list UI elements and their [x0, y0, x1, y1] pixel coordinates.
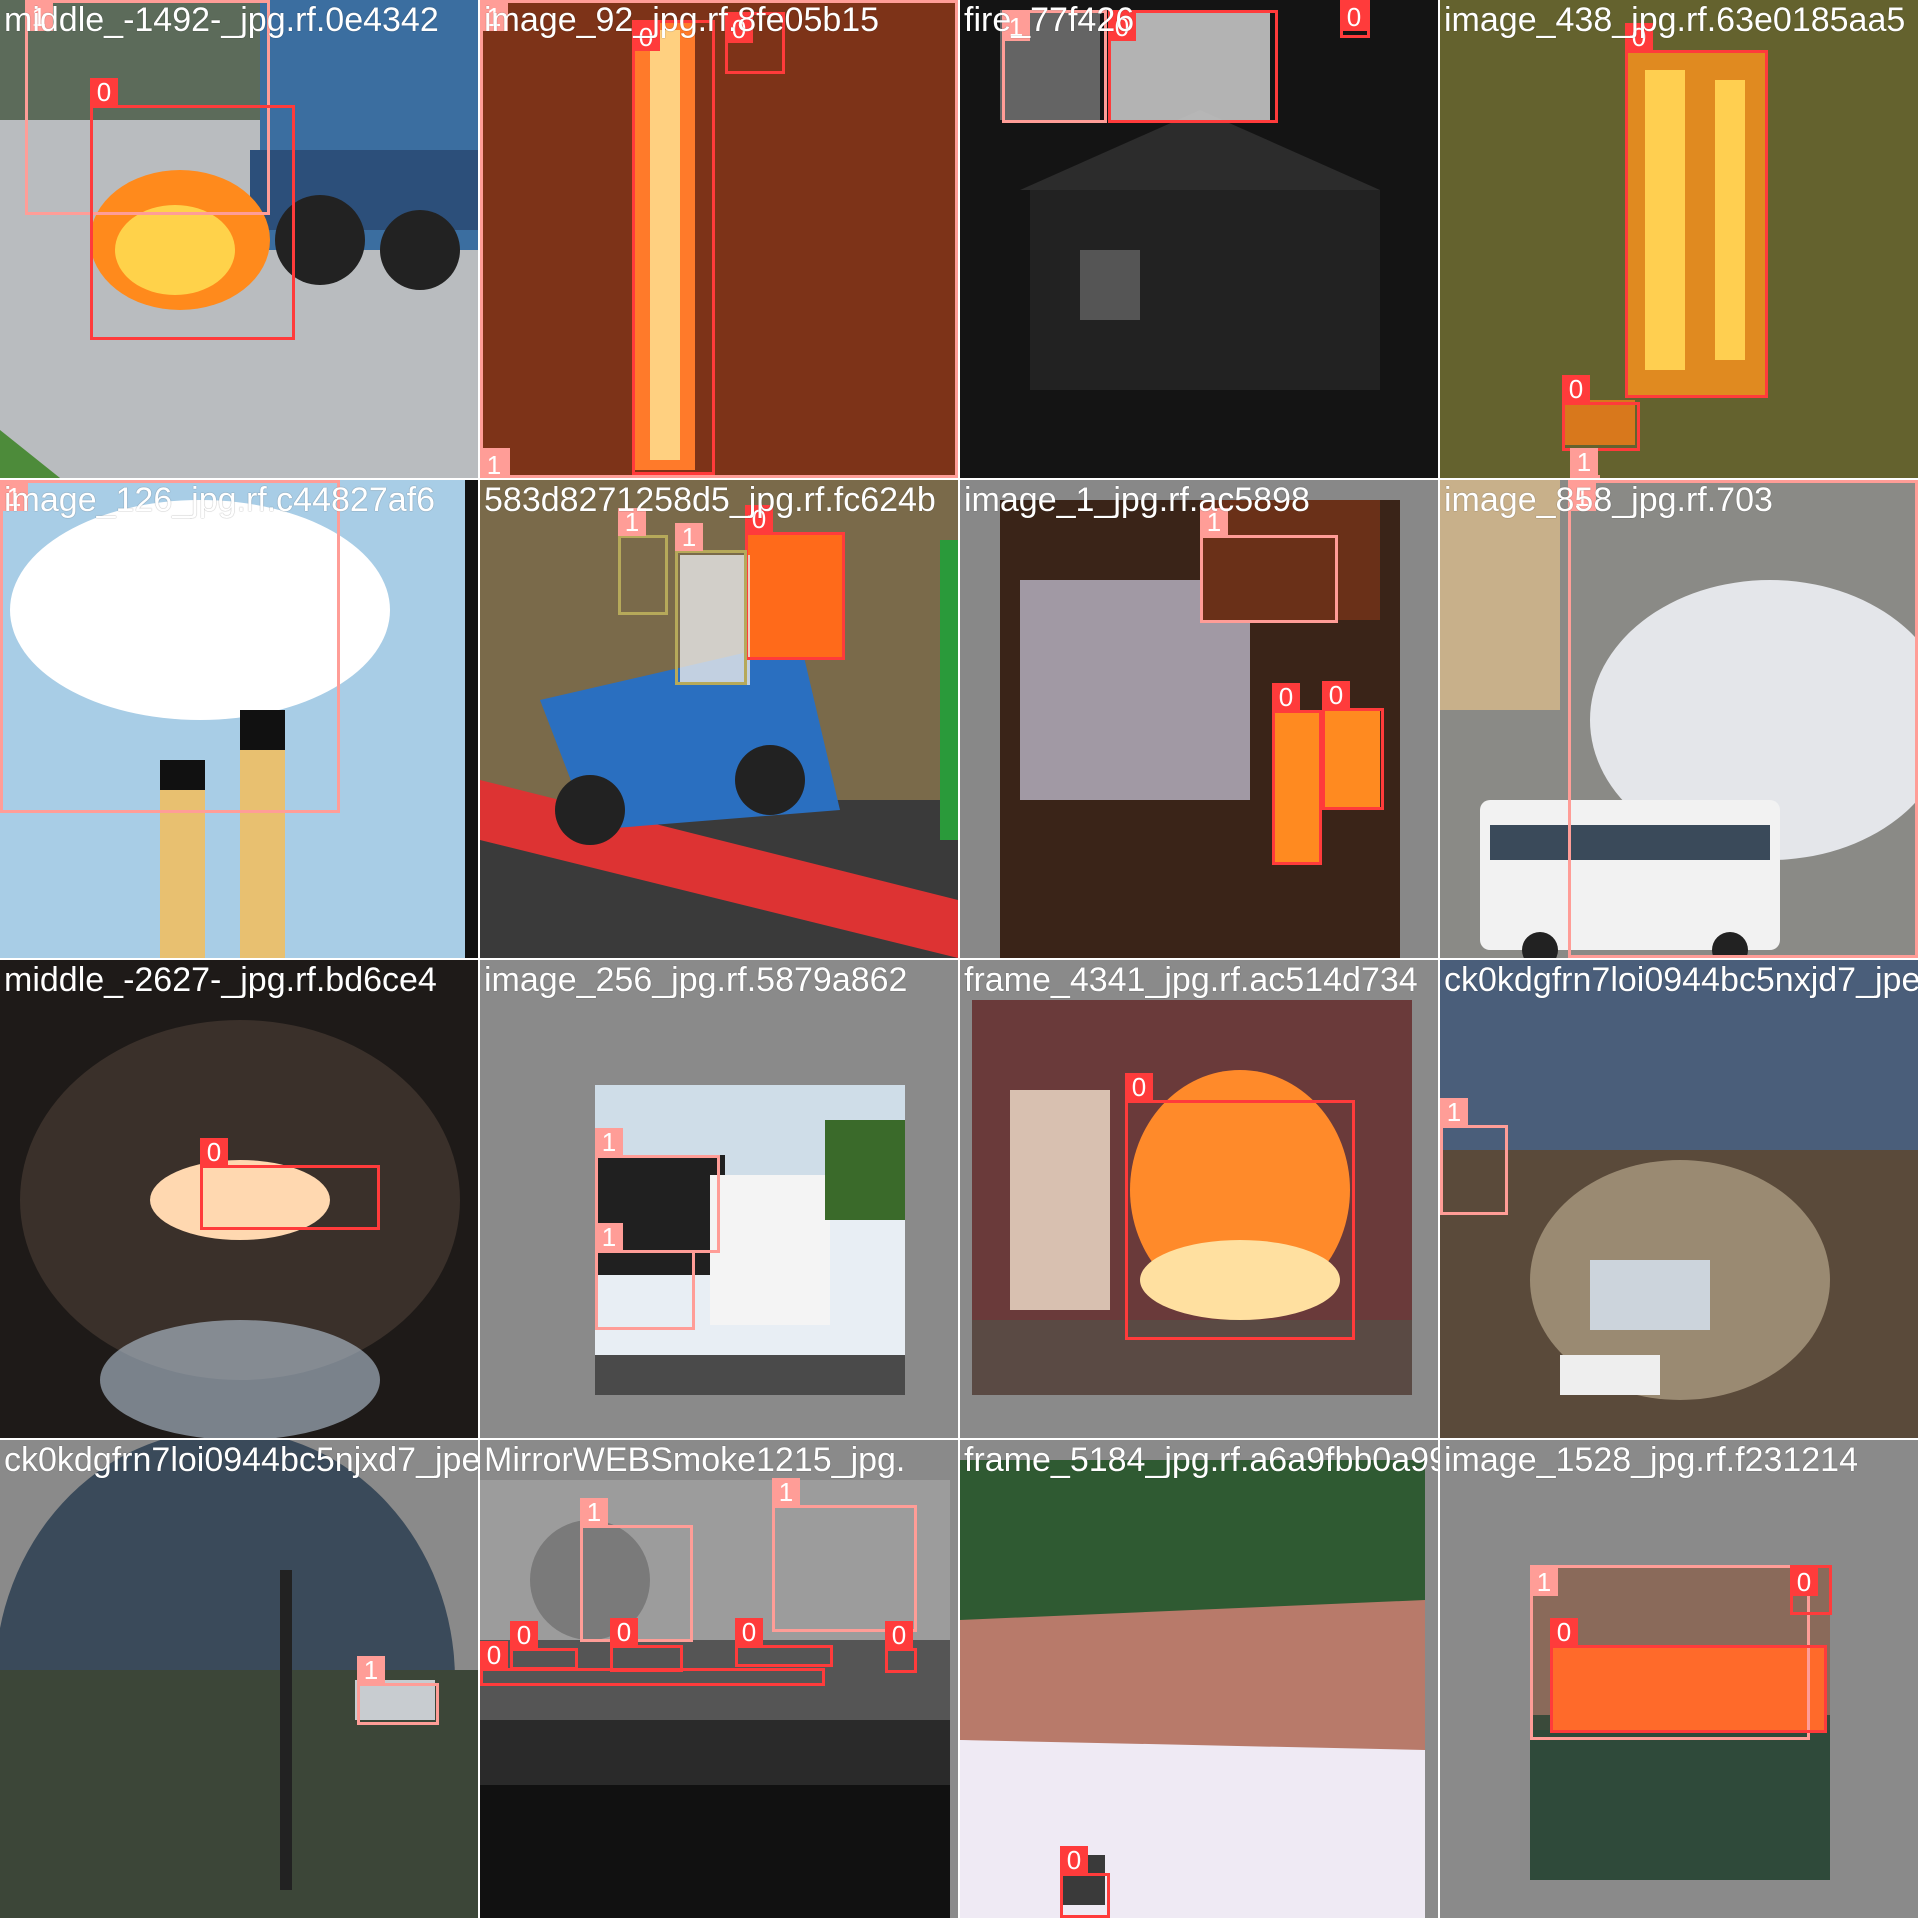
tile-filename: middle_-2627-_jpg.rf.bd6ce4: [4, 961, 437, 999]
detection-box: 1: [618, 508, 668, 615]
class-label: 0: [200, 1138, 228, 1166]
class-label: 1: [580, 1498, 608, 1526]
detection-box: 1: [1440, 1098, 1508, 1215]
detection-box: 1: [480, 0, 958, 478]
tile-2: image_92_jpg.rf.8fe05b15 1 0 0 1: [480, 0, 958, 478]
detection-box: 0: [510, 1621, 578, 1670]
tile-filename: image_256_jpg.rf.5879a862: [484, 961, 908, 999]
tile-filename: image_126_jpg.rf.c44827af6: [4, 481, 435, 519]
class-label: 1: [1530, 1568, 1558, 1596]
tile-filename: ck0kdgfrn7loi0944bc5nxjd7_jpeg.rf.9463cb…: [1444, 961, 1918, 999]
detection-box: 1: [1568, 480, 1918, 958]
tile-filename: image_92_jpg.rf.8fe05b15: [484, 1, 880, 39]
detection-box: 0: [1340, 0, 1370, 38]
class-label: 1: [357, 1656, 385, 1684]
tile-filename: frame_4341_jpg.rf.ac514d734: [964, 961, 1418, 999]
tile-filename: image_438_jpg.rf.63e0185aa5: [1444, 1, 1906, 39]
tile-image: [960, 1440, 1438, 1918]
class-label: 0: [90, 78, 118, 106]
class-label: 1: [480, 451, 508, 478]
detection-box: 1: [357, 1656, 439, 1725]
detection-box: 0: [1060, 1846, 1110, 1918]
detection-box: 1: [595, 1223, 695, 1330]
class-label: 1: [772, 1478, 800, 1506]
detection-box: 1: [675, 523, 747, 685]
class-label: 0: [510, 1621, 538, 1649]
tile-14: MirrorWEBSmoke1215_jpg. 1 1 0 0 0 0 0: [480, 1440, 958, 1918]
tile-16: image_1528_jpg.rf.f231214 1 0 0: [1440, 1440, 1918, 1918]
tile-10: image_256_jpg.rf.5879a862 1 1: [480, 960, 958, 1438]
tile-9: middle_-2627-_jpg.rf.bd6ce4 0: [0, 960, 478, 1438]
tile-1: middle_-1492-_jpg.rf.0e4342 1 0: [0, 0, 478, 478]
detection-box: 0: [1550, 1618, 1827, 1733]
detection-box: 0: [1562, 375, 1640, 451]
class-label: 0: [610, 1618, 638, 1646]
detection-box: 0: [632, 20, 715, 475]
tile-15: frame_5184_jpg.rf.a6a9fbb0a9928c1528 0: [960, 1440, 1438, 1918]
detection-box: 1: [1200, 508, 1338, 623]
tile-7: image_1_jpg.rf.ac5898 1 0 0: [960, 480, 1438, 958]
detection-box: 0: [480, 1641, 825, 1686]
detection-box: 0: [1125, 1073, 1355, 1340]
class-label: 0: [480, 1641, 508, 1669]
detection-box: 0: [885, 1621, 917, 1673]
tile-filename: middle_-1492-_jpg.rf.0e4342: [4, 1, 439, 39]
class-label: 0: [1272, 683, 1300, 711]
class-label: 0: [1562, 375, 1590, 403]
tile-filename: image_858_jpg.rf.703: [1444, 481, 1773, 519]
detection-box: 0: [1790, 1565, 1832, 1615]
tile-filename: fire_77f426: [964, 1, 1135, 39]
class-label: 1: [595, 1128, 623, 1156]
class-label: 0: [735, 1618, 763, 1646]
tile-11: frame_4341_jpg.rf.ac514d734 0: [960, 960, 1438, 1438]
tile-image: [0, 1440, 478, 1918]
tile-filename: MirrorWEBSmoke1215_jpg.: [484, 1441, 906, 1479]
tile-image: [1440, 960, 1918, 1438]
tile-filename: frame_5184_jpg.rf.a6a9fbb0a9928c1528: [964, 1441, 1438, 1479]
detection-box: 1: [1570, 448, 1600, 478]
tile-filename: image_1528_jpg.rf.f231214: [1444, 1441, 1858, 1479]
tile-filename: ck0kdgfrn7loi0944bc5njxd7_jpeg.rf.3: [4, 1441, 478, 1479]
detection-box: 0: [735, 1618, 833, 1667]
detection-box: 0: [1625, 23, 1768, 398]
class-label: 0: [1790, 1568, 1818, 1596]
tile-13: ck0kdgfrn7loi0944bc5njxd7_jpeg.rf.3 1: [0, 1440, 478, 1918]
tile-6: 583d8271258d5_jpg.rf.fc624b 0 1 1: [480, 480, 958, 958]
class-label: 0: [1340, 3, 1368, 31]
tile-5: image_126_jpg.rf.c44827af6 1: [0, 480, 478, 958]
detection-mosaic: middle_-1492-_jpg.rf.0e4342 1 0 image_92…: [0, 0, 1920, 1920]
tile-4: image_438_jpg.rf.63e0185aa5 0 0 1: [1440, 0, 1918, 478]
class-label: 1: [1440, 1098, 1468, 1126]
class-label: 1: [675, 523, 703, 551]
class-label: 0: [1125, 1073, 1153, 1101]
class-label: 0: [885, 1621, 913, 1649]
tile-3: fire_77f426 1 0 0: [960, 0, 1438, 478]
class-label: 1: [595, 1223, 623, 1251]
class-label: 1: [1570, 448, 1598, 476]
detection-box: 1: [480, 448, 510, 478]
detection-box: 0: [1322, 681, 1384, 810]
tile-filename: image_1_jpg.rf.ac5898: [964, 481, 1310, 519]
detection-box: 0: [200, 1138, 380, 1230]
tile-12: ck0kdgfrn7loi0944bc5nxjd7_jpeg.rf.9463cb…: [1440, 960, 1918, 1438]
detection-box: 1: [772, 1478, 917, 1632]
class-label: 0: [1060, 1846, 1088, 1874]
class-label: 0: [1322, 681, 1350, 709]
detection-box: 0: [1272, 683, 1322, 865]
tile-filename: 583d8271258d5_jpg.rf.fc624b: [484, 481, 936, 519]
detection-box: 1: [0, 480, 340, 813]
detection-box: 0: [90, 78, 295, 340]
detection-box: 0: [745, 505, 845, 660]
class-label: 0: [1550, 1618, 1578, 1646]
tile-8: image_858_jpg.rf.703 1: [1440, 480, 1918, 958]
